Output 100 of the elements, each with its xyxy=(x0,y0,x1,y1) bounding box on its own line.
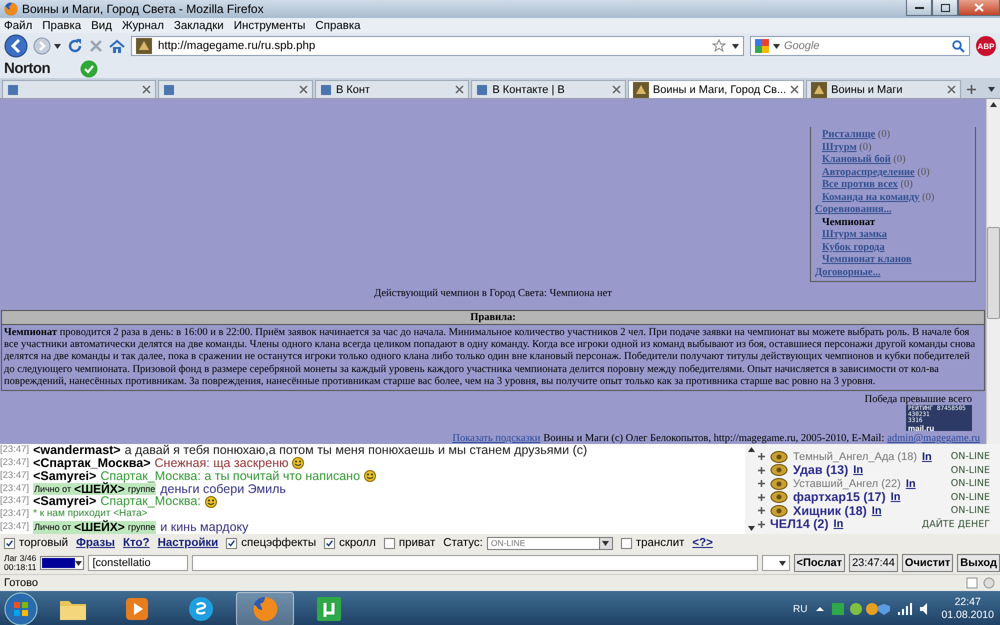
expand-icon[interactable] xyxy=(758,466,765,474)
page-icon xyxy=(163,84,176,96)
user-name[interactable]: Уставший_Ангел (22) xyxy=(793,478,901,490)
address-field[interactable]: http://magegame.ru/ru.spb.php xyxy=(131,36,744,56)
user-name[interactable]: фартхар15 (17) xyxy=(793,490,886,504)
scroll-up-icon[interactable] xyxy=(748,447,755,452)
page-icon xyxy=(476,84,488,96)
message-text: Снежная: ща заскреню xyxy=(154,456,288,470)
checkbox-label: торговый xyxy=(19,537,68,549)
media-player-icon xyxy=(125,597,149,621)
message-time: [23:47] xyxy=(0,444,30,457)
info-link[interactable]: In xyxy=(834,518,844,530)
message-field[interactable] xyxy=(192,555,758,571)
chat-button[interactable]: Очистит xyxy=(902,554,954,572)
expand-icon[interactable] xyxy=(758,494,765,501)
language-indicator[interactable]: RU xyxy=(792,604,808,614)
checkbox[interactable] xyxy=(226,538,238,548)
sender-name[interactable]: <Спартак_Москва> xyxy=(33,456,151,470)
message-text: Спартак_Москва: xyxy=(100,495,201,508)
browser-tab[interactable] xyxy=(158,80,313,98)
message-time: [23:47] xyxy=(0,521,30,534)
menu-link[interactable]: Чемпионат xyxy=(822,216,876,228)
close-icon[interactable] xyxy=(612,85,621,94)
minimize-button[interactable] xyxy=(906,0,932,16)
browser-tab[interactable] xyxy=(2,80,156,98)
color-select[interactable] xyxy=(40,556,84,570)
checkbox[interactable] xyxy=(324,538,336,548)
search-box[interactable]: Google xyxy=(750,36,970,56)
info-link[interactable]: In xyxy=(906,478,916,490)
user-name[interactable]: Удав (13) xyxy=(793,463,848,478)
scroll-up-icon[interactable] xyxy=(990,102,997,107)
sender-name[interactable]: <Samyrei> xyxy=(33,495,96,508)
maximize-button[interactable] xyxy=(932,0,958,16)
checkbox[interactable] xyxy=(4,538,15,548)
chat-button[interactable]: Выход xyxy=(957,554,1000,572)
sender-name[interactable]: <wandermast> xyxy=(33,444,121,457)
scroll-thumb[interactable] xyxy=(987,227,1000,319)
close-icon[interactable] xyxy=(790,85,800,94)
info-link[interactable]: In xyxy=(853,464,864,476)
close-button[interactable] xyxy=(958,0,1000,16)
close-icon[interactable] xyxy=(455,85,464,94)
sender-name[interactable]: <Samyrei> xyxy=(33,470,96,483)
user-name[interactable]: Темный_Ангел_Ада (18) xyxy=(793,450,917,463)
norton-menu[interactable]: Norton xyxy=(4,60,50,77)
info-link[interactable]: In xyxy=(922,450,932,463)
menu-item[interactable]: Правка xyxy=(42,20,82,32)
browser-tab[interactable]: В Конт xyxy=(314,80,470,98)
close-icon[interactable] xyxy=(142,85,152,94)
option-link[interactable]: Фразы xyxy=(76,537,115,549)
message-time: [23:47] xyxy=(0,495,30,508)
scroll-down-icon[interactable] xyxy=(748,526,755,531)
adblock-button[interactable]: ABP xyxy=(976,36,996,56)
search-icon[interactable] xyxy=(952,40,965,52)
bookmark-star-icon[interactable] xyxy=(712,39,726,53)
chat-button[interactable]: <Послат xyxy=(794,554,846,572)
site-icon xyxy=(136,38,152,54)
expand-icon[interactable] xyxy=(758,453,765,460)
expand-icon[interactable] xyxy=(758,507,765,514)
forward-icon[interactable] xyxy=(32,37,52,55)
scrollbar[interactable] xyxy=(986,99,1000,444)
option-link[interactable]: Кто? xyxy=(123,537,150,549)
message-text: а давай я тебя понюхаю,а потом ты меня понюхаешь и мы станем друзьями (с) xyxy=(124,444,588,457)
reload-icon[interactable] xyxy=(67,38,83,54)
checkbox[interactable] xyxy=(620,538,632,548)
browser-tab[interactable]: Воины и Маги, Город Св... xyxy=(628,80,804,98)
download-icon xyxy=(317,597,341,621)
check-icon[interactable] xyxy=(80,60,98,78)
clock[interactable]: 22:47 01.08.2010 xyxy=(941,596,994,622)
time-button[interactable]: 23:47:44 xyxy=(849,554,898,572)
maximize-icon xyxy=(940,4,950,12)
recipient-field[interactable]: [constellatio xyxy=(88,555,188,571)
user-name[interactable]: ЧЕЛ14 (2) xyxy=(770,517,829,532)
copyright-text: Воины и Маги (с) Олег Белокопытов, http://magegame.ru, 2005-2010, E-Mail: xyxy=(543,433,884,444)
browser-tab[interactable]: Воины и Маги xyxy=(806,80,961,98)
info-link[interactable]: In xyxy=(872,504,882,517)
expand-icon[interactable] xyxy=(758,520,765,528)
menu-item[interactable]: Журнал xyxy=(122,20,164,32)
browser-tab[interactable]: В Контакте | В xyxy=(471,80,626,98)
expand-icon[interactable] xyxy=(758,480,765,488)
option-link[interactable]: Настройки xyxy=(158,537,218,549)
checkbox-label: спецэффекты xyxy=(241,537,316,549)
close-icon[interactable] xyxy=(946,85,956,94)
status-select[interactable]: ON-LINE xyxy=(486,536,613,550)
tab-list-icon xyxy=(988,86,995,92)
option-link[interactable]: <?> xyxy=(692,537,713,549)
menu-item[interactable]: Вид xyxy=(91,20,112,32)
checkbox[interactable] xyxy=(384,538,395,548)
new-tab-icon[interactable] xyxy=(966,84,976,94)
menu-item[interactable]: Файл xyxy=(4,20,32,32)
user-name[interactable]: Хищник (18) xyxy=(793,504,867,518)
start-button[interactable] xyxy=(4,592,38,625)
rules-title: Правила: xyxy=(470,312,516,323)
phrase-dropdown[interactable] xyxy=(762,555,790,571)
info-link[interactable]: In xyxy=(890,491,900,504)
menu-item[interactable]: Закладки xyxy=(174,20,224,32)
menu-item[interactable]: Справка xyxy=(315,20,361,32)
menu-item[interactable]: Инструменты xyxy=(234,20,306,32)
close-icon[interactable] xyxy=(298,85,308,94)
home-icon[interactable] xyxy=(109,38,125,54)
back-icon[interactable] xyxy=(4,34,30,58)
